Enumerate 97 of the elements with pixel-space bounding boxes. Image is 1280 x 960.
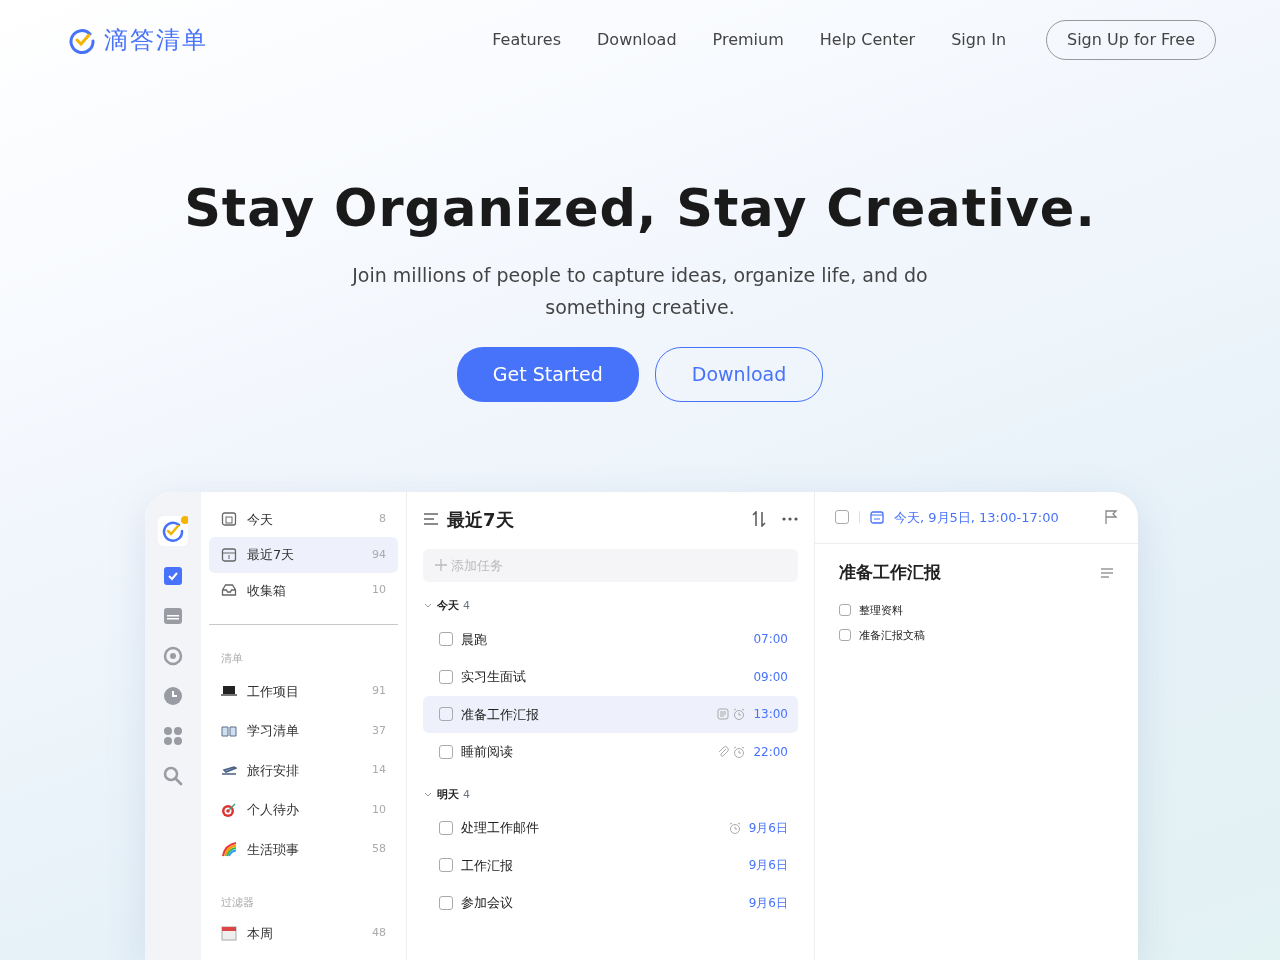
- get-started-button[interactable]: Get Started: [456, 347, 639, 402]
- section-heading: 过滤器: [220, 895, 255, 912]
- due-date[interactable]: 今天, 9月5日, 13:00-17:00: [894, 507, 1059, 528]
- task-checkbox[interactable]: [439, 707, 453, 722]
- task-row[interactable]: 实习生面试 09:00: [423, 658, 798, 696]
- list-title: 最近7天: [447, 507, 514, 532]
- rainbow-icon: [221, 841, 237, 858]
- subtask-label: 准备汇报文稿: [859, 626, 925, 644]
- group-count: 4: [463, 598, 470, 615]
- task-checkbox[interactable]: [439, 632, 453, 647]
- app-logo-icon: [158, 515, 188, 546]
- item-label: 今天: [247, 510, 273, 529]
- target-icon: [221, 801, 237, 818]
- task-row[interactable]: 准备工作汇报 13:00: [423, 695, 798, 734]
- item-count: 48: [372, 925, 386, 942]
- due-date: 07:00: [753, 631, 788, 649]
- task-row[interactable]: 睡前阅读 22:00: [423, 733, 798, 771]
- task-row[interactable]: 晨跑 07:00: [423, 620, 798, 659]
- task-title: 处理工作邮件: [461, 819, 539, 838]
- due-date: 09:00: [753, 668, 788, 686]
- due-date: 9月6日: [748, 857, 788, 875]
- task-title: 准备工作汇报: [461, 705, 539, 724]
- item-count: 14: [372, 762, 386, 779]
- search-icon[interactable]: [163, 765, 183, 786]
- group-header[interactable]: 明天 4: [423, 786, 798, 804]
- item-count: 94: [372, 546, 386, 563]
- download-button[interactable]: Download: [654, 347, 824, 402]
- sidebar-item[interactable]: 收集箱 10: [209, 572, 398, 609]
- nav-link[interactable]: Premium: [712, 28, 784, 52]
- item-count: 10: [372, 801, 386, 818]
- sidebar-item[interactable]: 个人待办 10: [209, 790, 398, 830]
- group-count: 4: [463, 786, 470, 803]
- due-date: 9月6日: [748, 894, 788, 912]
- item-label: 生活琐事: [247, 840, 299, 859]
- sidebar-item[interactable]: 工作项目 91: [209, 671, 398, 712]
- section-heading: 清单: [220, 651, 244, 668]
- due-date: 22:00: [753, 743, 788, 761]
- sidebar-item[interactable]: 今天 8: [209, 501, 398, 538]
- inbox-icon: [221, 582, 237, 599]
- nav-link[interactable]: Features: [492, 28, 561, 52]
- item-label: 本周: [247, 924, 273, 943]
- clock-icon[interactable]: [163, 685, 183, 706]
- item-label: 收集箱: [247, 581, 286, 600]
- group-header[interactable]: 今天 4: [423, 598, 798, 615]
- sidebar-item[interactable]: 生活琐事 58: [209, 829, 398, 870]
- task-title: 睡前阅读: [461, 743, 513, 762]
- group-label: 明天: [437, 786, 459, 803]
- task-title: 参加会议: [461, 894, 513, 913]
- item-count: 91: [372, 683, 386, 700]
- nav-link[interactable]: Download: [597, 28, 677, 52]
- tasks-icon[interactable]: [163, 565, 183, 586]
- task-row[interactable]: 参加会议 9月6日: [423, 884, 798, 922]
- item-label: 个人待办: [247, 801, 299, 820]
- item-label: 工作项目: [247, 682, 299, 701]
- subtask-label: 整理资料: [859, 601, 903, 619]
- task-row[interactable]: 处理工作邮件 9月6日: [423, 809, 798, 847]
- item-count: 58: [372, 841, 386, 858]
- flag-icon[interactable]: [1104, 509, 1118, 526]
- sort-icon[interactable]: [752, 511, 766, 528]
- nav-link[interactable]: Sign In: [951, 28, 1006, 52]
- due-date: 9月6日: [748, 819, 788, 837]
- task-checkbox[interactable]: [439, 895, 453, 910]
- task-title: 晨跑: [461, 630, 487, 649]
- task-title: 实习生面试: [461, 668, 526, 687]
- task-checkbox[interactable]: [439, 820, 453, 835]
- task-checkbox[interactable]: [439, 744, 453, 759]
- hero-title: Stay Organized, Stay Creative.: [183, 178, 1097, 240]
- subtask-checkbox[interactable]: [839, 629, 851, 642]
- logo-text[interactable]: 滴答清单: [104, 22, 208, 58]
- sidebar-item[interactable]: 旅行安排 14: [209, 750, 398, 791]
- due-date: 13:00: [753, 706, 788, 724]
- task-row[interactable]: 工作汇报 9月6日: [423, 846, 798, 885]
- subtask-checkbox[interactable]: [839, 604, 851, 617]
- item-label: 学习清单: [247, 722, 299, 741]
- item-count: 8: [379, 511, 386, 528]
- task-checkbox[interactable]: [439, 669, 453, 684]
- task-checkbox[interactable]: [439, 858, 453, 873]
- item-label: 旅行安排: [247, 761, 299, 780]
- nav-link[interactable]: Help Center: [819, 28, 916, 52]
- target-icon[interactable]: [163, 645, 183, 666]
- item-label: 最近7天: [247, 546, 295, 565]
- lines-icon[interactable]: [1100, 566, 1114, 579]
- item-count: 37: [372, 722, 386, 739]
- sidebar-item[interactable]: 本周 48: [209, 915, 398, 952]
- grid-icon[interactable]: [163, 725, 183, 746]
- sidebar-item[interactable]: 学习清单 37: [209, 711, 398, 751]
- plus-icon: [435, 559, 447, 572]
- placeholder-text: 添加任务: [451, 556, 503, 575]
- item-count: 10: [372, 582, 386, 599]
- hero-subtitle: Join millions of people to capture ideas, organize life, and do something creative.: [350, 263, 929, 321]
- task-checkbox[interactable]: [835, 510, 849, 525]
- logo-icon[interactable]: [68, 26, 96, 54]
- group-label: 今天: [437, 598, 459, 615]
- sidebar-item[interactable]: 最近7天 94: [209, 537, 398, 573]
- task-detail-title: 准备工作汇报: [839, 561, 941, 585]
- task-title: 工作汇报: [461, 856, 513, 875]
- menu-icon[interactable]: [423, 512, 439, 527]
